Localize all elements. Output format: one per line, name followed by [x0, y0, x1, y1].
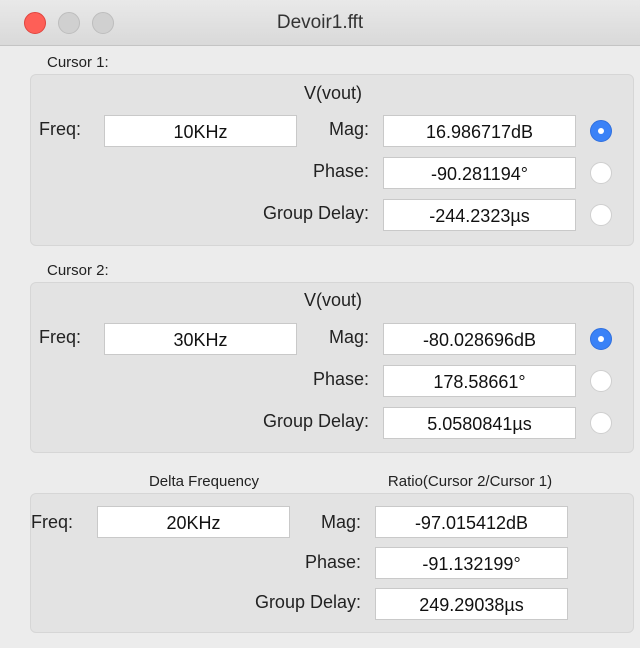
cursor1-freq-label: Freq:: [39, 119, 82, 139]
cursor2-mag-field[interactable]: -80.028696dB: [383, 323, 576, 355]
cursor2-phase-label: Phase:: [312, 369, 369, 389]
cursor2-mag-label: Mag:: [328, 327, 369, 347]
window-body: Cursor 1: V(vout) Freq: 10KHz Mag: 16.98…: [0, 46, 640, 648]
cursor2-group-delay-radio[interactable]: [590, 412, 612, 434]
ratio-phase-field[interactable]: -91.132199°: [375, 547, 568, 579]
title-bar: Devoir1.fft: [0, 0, 640, 46]
cursor1-section-label: Cursor 1:: [47, 54, 109, 71]
cursor2-section-label: Cursor 2:: [47, 262, 109, 279]
cursor1-group-delay-radio[interactable]: [590, 204, 612, 226]
ratio-mag-field[interactable]: -97.015412dB: [375, 506, 568, 538]
cursor1-panel: V(vout) Freq: 10KHz Mag: 16.986717dB Pha…: [30, 74, 634, 246]
cursor2-phase-radio[interactable]: [590, 370, 612, 392]
cursor1-mag-label: Mag:: [328, 119, 369, 139]
cursor1-mag-radio[interactable]: [590, 120, 612, 142]
ratio-header: Ratio(Cursor 2/Cursor 1): [387, 473, 553, 490]
cursor2-group-delay-field[interactable]: 5.0580841µs: [383, 407, 576, 439]
cursor1-mag-field[interactable]: 16.986717dB: [383, 115, 576, 147]
delta-freq-label: Freq:: [31, 512, 74, 532]
ratio-mag-label: Mag:: [320, 512, 361, 532]
cursor2-phase-field[interactable]: 178.58661°: [383, 365, 576, 397]
cursor2-panel: V(vout) Freq: 30KHz Mag: -80.028696dB Ph…: [30, 282, 634, 453]
cursor1-phase-radio[interactable]: [590, 162, 612, 184]
cursor2-freq-label: Freq:: [39, 327, 82, 347]
cursor2-group-delay-label: Group Delay:: [262, 411, 369, 431]
cursor1-group-delay-label: Group Delay:: [262, 203, 369, 223]
cursor2-signal-label: V(vout): [303, 290, 363, 310]
ratio-group-delay-field[interactable]: 249.29038µs: [375, 588, 568, 620]
cursor1-signal-label: V(vout): [303, 83, 363, 103]
cursor1-phase-label: Phase:: [312, 161, 369, 181]
delta-frequency-header: Delta Frequency: [148, 473, 260, 490]
ratio-phase-label: Phase:: [304, 552, 361, 572]
cursor1-group-delay-field[interactable]: -244.2323µs: [383, 199, 576, 231]
window-title: Devoir1.fft: [276, 12, 364, 33]
cursor1-phase-field[interactable]: -90.281194°: [383, 157, 576, 189]
delta-panel: Freq: 20KHz Mag: -97.015412dB Phase: -91…: [30, 493, 634, 633]
ratio-group-delay-label: Group Delay:: [254, 592, 361, 612]
cursor2-mag-radio[interactable]: [590, 328, 612, 350]
